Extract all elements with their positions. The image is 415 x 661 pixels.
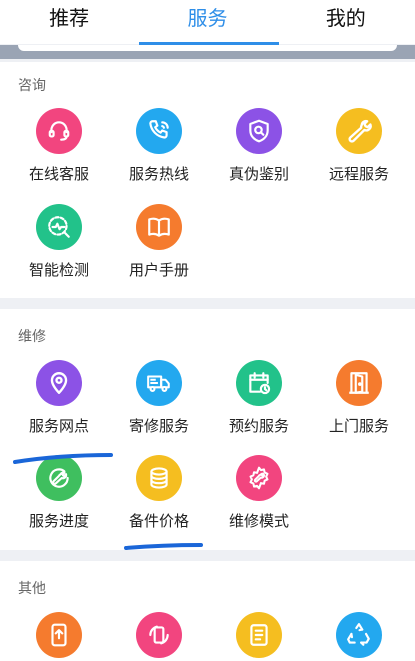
annotation-underline-parts-price bbox=[124, 543, 203, 550]
annotation-overlay bbox=[13, 453, 203, 550]
annotation-underline-outlet bbox=[13, 453, 113, 464]
